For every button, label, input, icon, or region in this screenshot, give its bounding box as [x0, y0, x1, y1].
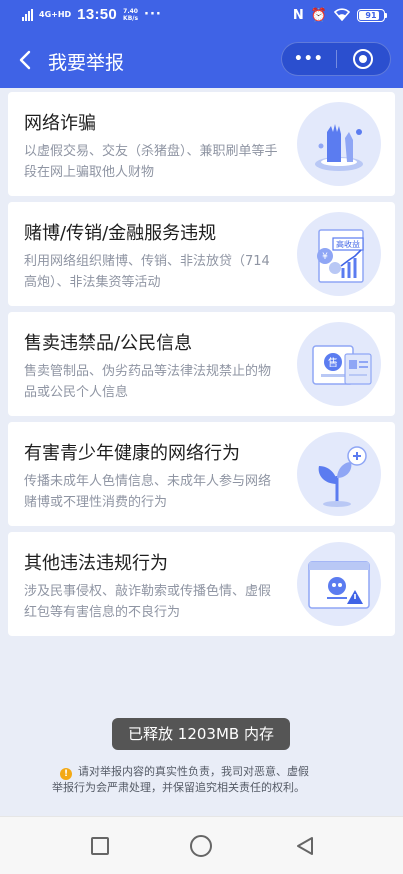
status-more-icon: ···	[144, 7, 162, 22]
triangle-back-icon	[297, 837, 313, 855]
category-title: 有害青少年健康的网络行为	[24, 443, 240, 464]
network-speed: 7.40 KB/s	[123, 7, 139, 22]
category-title: 其他违法违规行为	[24, 553, 168, 574]
warning-icon: !	[60, 768, 72, 780]
youth-illustration-icon	[297, 432, 381, 516]
contraband-illustration-icon: 售	[297, 322, 381, 406]
category-description: 传播未成年人色情信息、未成年人参与网络赌博或不理性消费的行为	[24, 474, 272, 510]
navigation-bar: 我要举报 •••	[0, 38, 403, 82]
category-card-fraud[interactable]: 网络诈骗 以虚假交易、交友（杀猪盘）、兼职刷单等手段在网上骗取他人财物	[8, 92, 395, 196]
category-description: 以虚假交易、交友（杀猪盘）、兼职刷单等手段在网上骗取他人财物	[24, 144, 278, 180]
category-card-youth-harm[interactable]: 有害青少年健康的网络行为 传播未成年人色情信息、未成年人参与网络赌博或不理性消费…	[8, 422, 395, 526]
category-card-contraband[interactable]: 售卖违禁品/公民信息 售卖管制品、伪劣药品等法律法规禁止的物品或公民个人信息 售	[8, 312, 395, 416]
category-card-gambling-finance[interactable]: 赌博/传销/金融服务违规 利用网络组织赌博、传销、非法放贷（714高炮）、非法集…	[8, 202, 395, 306]
battery-icon: 91	[357, 9, 387, 22]
system-navigation-bar	[0, 816, 403, 874]
page-title: 我要举报	[48, 52, 125, 74]
signal-icon	[22, 8, 33, 21]
alarm-icon: ⏰	[310, 8, 327, 23]
disclaimer-line-2: 举报行为会严肃处理，并保留追究相关责任的权利。	[52, 781, 305, 794]
finance-illustration-icon: 高收益 ¥	[297, 212, 381, 296]
more-dots-icon: •••	[293, 51, 324, 67]
category-description: 涉及民事侵权、敲诈勒索或传播色情、虚假红包等有害信息的不良行为	[24, 584, 272, 620]
header-bar: 4G+HD 13:50 7.40 KB/s ··· N ⏰ 91 我要举报 ••…	[0, 0, 403, 88]
wifi-icon	[333, 6, 351, 25]
target-icon	[353, 49, 374, 69]
badge-text: 售	[328, 356, 338, 369]
recent-apps-button[interactable]	[91, 837, 109, 855]
chevron-left-icon	[19, 50, 31, 70]
home-button[interactable]	[190, 835, 212, 857]
category-title: 赌博/传销/金融服务违规	[24, 223, 217, 244]
svg-text:¥: ¥	[322, 252, 328, 262]
other-illustration-icon	[297, 542, 381, 626]
memory-release-toast: 已释放 1203MB 内存	[112, 718, 290, 750]
badge-text: 高收益	[336, 239, 360, 249]
back-nav-button[interactable]	[294, 835, 316, 857]
report-category-list: 网络诈骗 以虚假交易、交友（杀猪盘）、兼职刷单等手段在网上骗取他人财物 赌博/传…	[8, 92, 395, 642]
category-card-other-violations[interactable]: 其他违法违规行为 涉及民事侵权、敲诈勒索或传播色情、虚假红包等有害信息的不良行为	[8, 532, 395, 636]
category-title: 网络诈骗	[24, 113, 96, 134]
more-button[interactable]: •••	[282, 43, 336, 75]
category-title: 售卖违禁品/公民信息	[24, 333, 193, 354]
network-type: 4G+HD	[39, 9, 72, 19]
category-description: 利用网络组织赌博、传销、非法放贷（714高炮）、非法集资等活动	[24, 254, 270, 290]
back-button[interactable]	[14, 46, 38, 74]
scam-illustration-icon	[297, 102, 381, 186]
disclaimer-line-1: 请对举报内容的真实性负责，我司对恶意、虚假	[78, 765, 309, 778]
miniprogram-capsule: •••	[281, 42, 391, 76]
status-bar: 4G+HD 13:50 7.40 KB/s ··· N ⏰ 91	[0, 0, 403, 32]
status-time: 13:50	[77, 6, 118, 23]
report-disclaimer: ! 请对举报内容的真实性负责，我司对恶意、虚假 举报行为会严肃处理，并保留追究相关…	[52, 764, 352, 796]
nfc-icon: N	[292, 8, 304, 23]
category-description: 售卖管制品、伪劣药品等法律法规禁止的物品或公民个人信息	[24, 364, 272, 400]
close-miniprogram-button[interactable]	[336, 43, 390, 75]
